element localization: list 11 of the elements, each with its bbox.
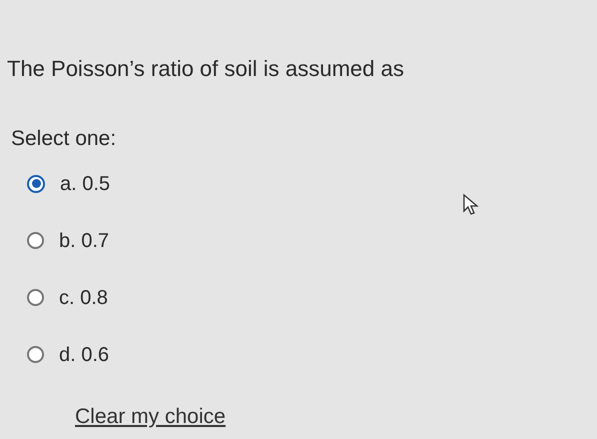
radio-button[interactable] bbox=[27, 346, 44, 363]
select-prompt: Select one: bbox=[10, 126, 118, 152]
clear-choice-link[interactable]: Clear my choice bbox=[75, 404, 226, 428]
answer-option[interactable]: b. 0.7 bbox=[27, 226, 597, 256]
question-text: The Poisson’s ratio of soil is assumed as bbox=[6, 55, 405, 83]
answer-option[interactable]: a. 0.5 bbox=[27, 168, 597, 198]
answer-option[interactable]: d. 0.6 bbox=[27, 340, 597, 370]
radio-button[interactable] bbox=[27, 289, 44, 306]
answer-option[interactable]: c. 0.8 bbox=[27, 282, 597, 312]
radio-button[interactable] bbox=[27, 174, 45, 192]
radio-button[interactable] bbox=[27, 232, 44, 249]
